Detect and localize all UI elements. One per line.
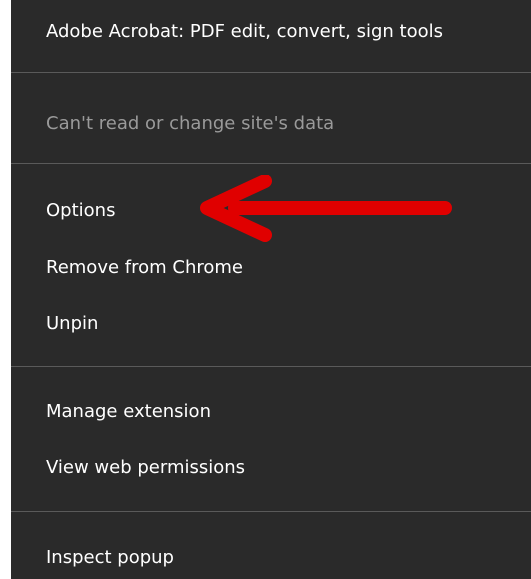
remove-from-chrome-menu-item[interactable]: Remove from Chrome xyxy=(46,256,243,280)
manage-extension-menu-item[interactable]: Manage extension xyxy=(46,400,211,424)
menu-separator xyxy=(11,163,531,164)
options-menu-item[interactable]: Options xyxy=(46,199,115,223)
extension-name-header[interactable]: Adobe Acrobat: PDF edit, convert, sign t… xyxy=(46,20,443,44)
extension-context-menu: Adobe Acrobat: PDF edit, convert, sign t… xyxy=(11,0,531,579)
menu-separator xyxy=(11,72,531,73)
unpin-menu-item[interactable]: Unpin xyxy=(46,312,98,336)
inspect-popup-menu-item[interactable]: Inspect popup xyxy=(46,546,174,570)
menu-separator xyxy=(11,366,531,367)
view-web-permissions-menu-item[interactable]: View web permissions xyxy=(46,456,245,480)
menu-separator xyxy=(11,511,531,512)
red-arrow-icon xyxy=(200,175,452,242)
site-access-status: Can't read or change site's data xyxy=(46,113,335,134)
